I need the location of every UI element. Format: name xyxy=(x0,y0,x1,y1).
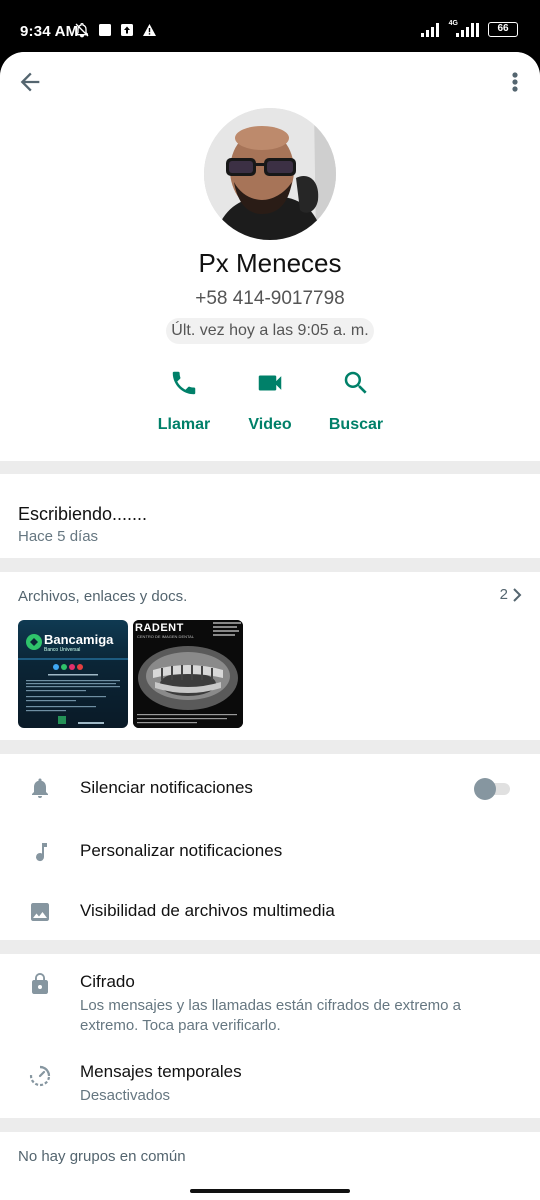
status-time: 9:34 AM xyxy=(20,23,79,40)
security-section: Cifrado Los mensajes y las llamadas está… xyxy=(0,954,540,1118)
disappearing-value: Desactivados xyxy=(80,1087,171,1104)
video-icon xyxy=(258,375,282,391)
media-count: 2 xyxy=(499,586,508,603)
status-icons-right: 4G 66 xyxy=(420,20,518,37)
search-button[interactable]: Buscar xyxy=(311,368,401,434)
media-visibility-label: Visibilidad de archivos multimedia xyxy=(80,901,335,920)
mute-icon xyxy=(75,23,89,38)
thumbnail-subtitle: CENTRO DE IMAGEN DENTAL xyxy=(137,634,195,639)
contact-phone: +58 414-9017798 xyxy=(195,288,345,309)
arrow-back-icon[interactable] xyxy=(16,68,44,96)
upload-icon xyxy=(121,24,133,36)
media-thumbnail[interactable]: Bancamiga Banco Universal xyxy=(18,620,128,728)
bell-icon xyxy=(32,778,48,798)
timer-icon xyxy=(29,1065,51,1087)
about-date: Hace 5 días xyxy=(18,528,99,545)
encryption-label: Cifrado xyxy=(80,972,135,991)
home-indicator[interactable] xyxy=(190,1189,350,1193)
status-bar: 9:34 AM 4G 66 xyxy=(0,0,540,60)
avatar[interactable] xyxy=(204,108,336,240)
signal-icon xyxy=(420,22,439,37)
custom-notifications-label: Personalizar notificaciones xyxy=(80,841,283,860)
contact-info-screen: Px Meneces +58 414-9017798 Últ. vez hoy … xyxy=(0,52,540,1200)
common-groups-title: No hay grupos en común xyxy=(18,1148,186,1165)
warning-icon xyxy=(143,24,156,36)
about-text: Escribiendo....... xyxy=(18,504,148,524)
last-seen-badge: Últ. vez hoy a las 9:05 a. m. xyxy=(166,318,374,344)
media-thumbnail[interactable]: RADENT CENTRO DE IMAGEN DENTAL xyxy=(133,620,243,728)
search-icon xyxy=(344,371,367,394)
call-button[interactable]: Llamar xyxy=(139,368,229,434)
lock-icon xyxy=(32,973,48,994)
video-label: Video xyxy=(248,416,292,433)
media-count-link[interactable]: 2 xyxy=(500,586,522,603)
search-label: Buscar xyxy=(328,416,384,433)
contact-header: Px Meneces +58 414-9017798 Últ. vez hoy … xyxy=(0,52,540,461)
image-icon xyxy=(31,903,49,921)
battery-icon: 66 xyxy=(488,22,518,37)
about-section[interactable]: Escribiendo....... Hace 5 días xyxy=(0,474,540,558)
encryption-row[interactable]: Cifrado Los mensajes y las llamadas está… xyxy=(0,954,540,1044)
call-label: Llamar xyxy=(157,416,211,433)
media-section: Archivos, enlaces y docs. 2 Bancamiga Ba… xyxy=(0,572,540,740)
encryption-description: Los mensajes y las llamadas están cifrad… xyxy=(80,997,462,1034)
more-vertical-icon[interactable] xyxy=(504,68,526,96)
square-icon xyxy=(99,24,111,36)
disappearing-label: Mensajes temporales xyxy=(80,1062,242,1081)
notifications-section: Silenciar notificaciones Personalizar no… xyxy=(0,754,540,940)
signal-4g-icon xyxy=(456,22,479,37)
mute-label: Silenciar notificaciones xyxy=(80,778,253,797)
toggle-thumb xyxy=(474,778,496,800)
video-call-button[interactable]: Video xyxy=(225,368,315,434)
thumbnail-content xyxy=(18,658,128,724)
custom-notifications-row[interactable]: Personalizar notificaciones xyxy=(0,820,540,880)
disappearing-messages-row[interactable]: Mensajes temporales Desactivados xyxy=(0,1050,540,1118)
network-type: 4G xyxy=(448,20,458,27)
phone-icon xyxy=(172,371,196,395)
contact-name: Px Meneces xyxy=(198,248,342,278)
chevron-right-icon xyxy=(513,587,522,602)
music-note-icon xyxy=(36,843,47,862)
mute-toggle[interactable] xyxy=(474,778,510,800)
media-visibility-row[interactable]: Visibilidad de archivos multimedia xyxy=(0,880,540,940)
mute-notifications-row[interactable]: Silenciar notificaciones xyxy=(0,754,540,820)
status-icons-left xyxy=(74,22,157,38)
media-title: Archivos, enlaces y docs. xyxy=(18,588,188,605)
thumbnail-brand: RADENT xyxy=(135,622,184,634)
